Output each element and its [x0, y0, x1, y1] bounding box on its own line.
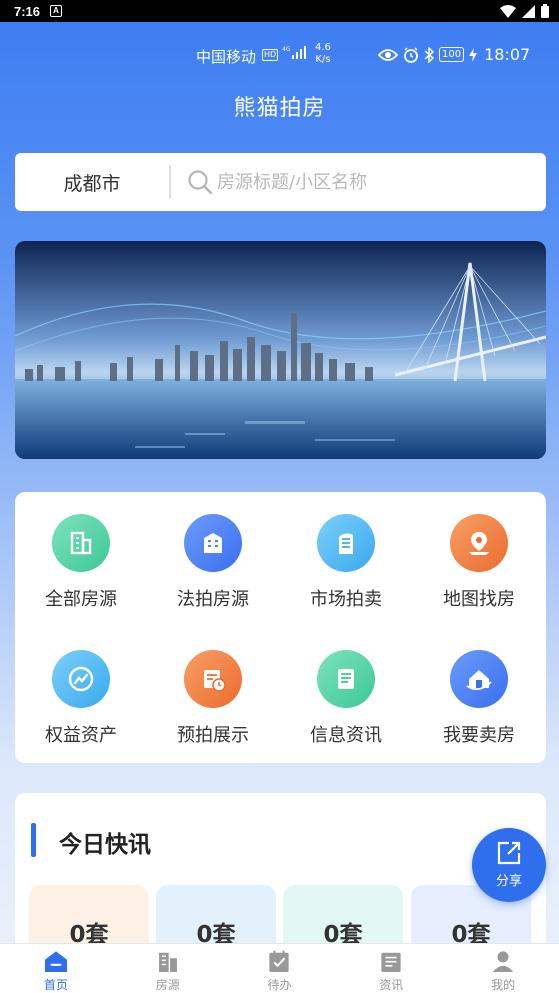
user-icon	[492, 951, 514, 972]
status-row: 中国移动 HD 4G 4.6 K/s 100 18:07	[0, 40, 559, 70]
tab-todo[interactable]: 待办	[224, 944, 336, 993]
tab-profile[interactable]: 我的	[447, 944, 559, 993]
system-time: 7:16	[14, 3, 41, 19]
category-label: 法拍房源	[177, 589, 249, 610]
hd-badge: HD	[262, 49, 279, 61]
buildings-icon	[158, 952, 177, 972]
signal-4g-icon: 4G	[282, 45, 308, 63]
category-label: 全部房源	[45, 589, 117, 610]
category-label: 信息资讯	[310, 725, 382, 746]
battery-icon	[541, 4, 549, 18]
divider	[169, 165, 171, 199]
category-equity-assets[interactable]: 权益资产	[15, 650, 147, 747]
category-news[interactable]: 信息资讯	[280, 650, 412, 747]
tower-icon	[317, 514, 375, 572]
carrier-name: 中国移动	[196, 48, 257, 66]
share-button[interactable]: 分享	[472, 828, 546, 902]
building-icon	[52, 514, 110, 572]
tab-label: 我的	[491, 978, 516, 992]
map-pin-icon	[450, 514, 508, 572]
search-icon	[187, 169, 213, 195]
office-icon	[184, 514, 242, 572]
share-icon	[472, 840, 546, 866]
tab-label: 待办	[267, 978, 292, 992]
svg-text:4G: 4G	[282, 46, 291, 53]
bluetooth-icon	[424, 46, 434, 63]
checklist-icon	[269, 950, 290, 972]
search-input[interactable]	[217, 171, 537, 193]
category-preview[interactable]: 预拍展示	[147, 650, 279, 747]
news-section-title: 今日快讯	[59, 832, 151, 858]
news-icon	[381, 952, 401, 972]
category-label: 预拍展示	[177, 725, 249, 746]
wifi-icon	[500, 4, 516, 18]
category-market-auction[interactable]: 市场拍卖	[280, 514, 412, 611]
tab-news[interactable]: 资讯	[335, 944, 447, 993]
bottom-tab-bar: 首页 房源 待办 资讯 我的	[0, 943, 559, 993]
banner-image[interactable]	[15, 241, 546, 459]
section-accent-bar	[31, 823, 36, 857]
category-grid: 全部房源 法拍房源 市场拍卖 地图找房 权益资产 预拍展示 信息资讯 我要卖房	[15, 492, 546, 763]
system-status-bar: 7:16 A	[0, 0, 559, 22]
tab-label: 房源	[155, 978, 180, 992]
chart-icon	[52, 650, 110, 708]
charging-icon	[469, 47, 478, 62]
battery-level: 100	[439, 47, 465, 62]
home-icon	[44, 951, 67, 972]
search-bar: 成都市	[15, 153, 546, 211]
document-icon	[317, 650, 375, 708]
page-title: 熊猫拍房	[233, 96, 326, 121]
cell-signal-icon	[522, 4, 535, 18]
category-map-search[interactable]: 地图找房	[413, 514, 545, 611]
category-all-listings[interactable]: 全部房源	[15, 514, 147, 611]
category-label: 市场拍卖	[310, 589, 382, 610]
tab-home[interactable]: 首页	[0, 944, 112, 993]
city-selector[interactable]: 成都市	[15, 169, 169, 196]
category-sell-house[interactable]: 我要卖房	[413, 650, 545, 747]
network-speed: 4.6 K/s	[315, 42, 331, 65]
tab-listings[interactable]: 房源	[112, 944, 224, 993]
app-clock: 18:07	[484, 45, 531, 64]
alarm-icon	[404, 46, 418, 63]
house-icon	[450, 650, 508, 708]
category-label: 权益资产	[45, 725, 117, 746]
category-label: 我要卖房	[443, 725, 515, 746]
category-court-auction[interactable]: 法拍房源	[147, 514, 279, 611]
share-label: 分享	[495, 874, 522, 889]
notification-a-icon: A	[50, 5, 63, 17]
tab-label: 首页	[43, 978, 68, 992]
calendar-clock-icon	[184, 650, 242, 708]
tab-label: 资讯	[379, 978, 404, 992]
category-label: 地图找房	[443, 589, 515, 610]
eye-icon	[378, 48, 398, 61]
